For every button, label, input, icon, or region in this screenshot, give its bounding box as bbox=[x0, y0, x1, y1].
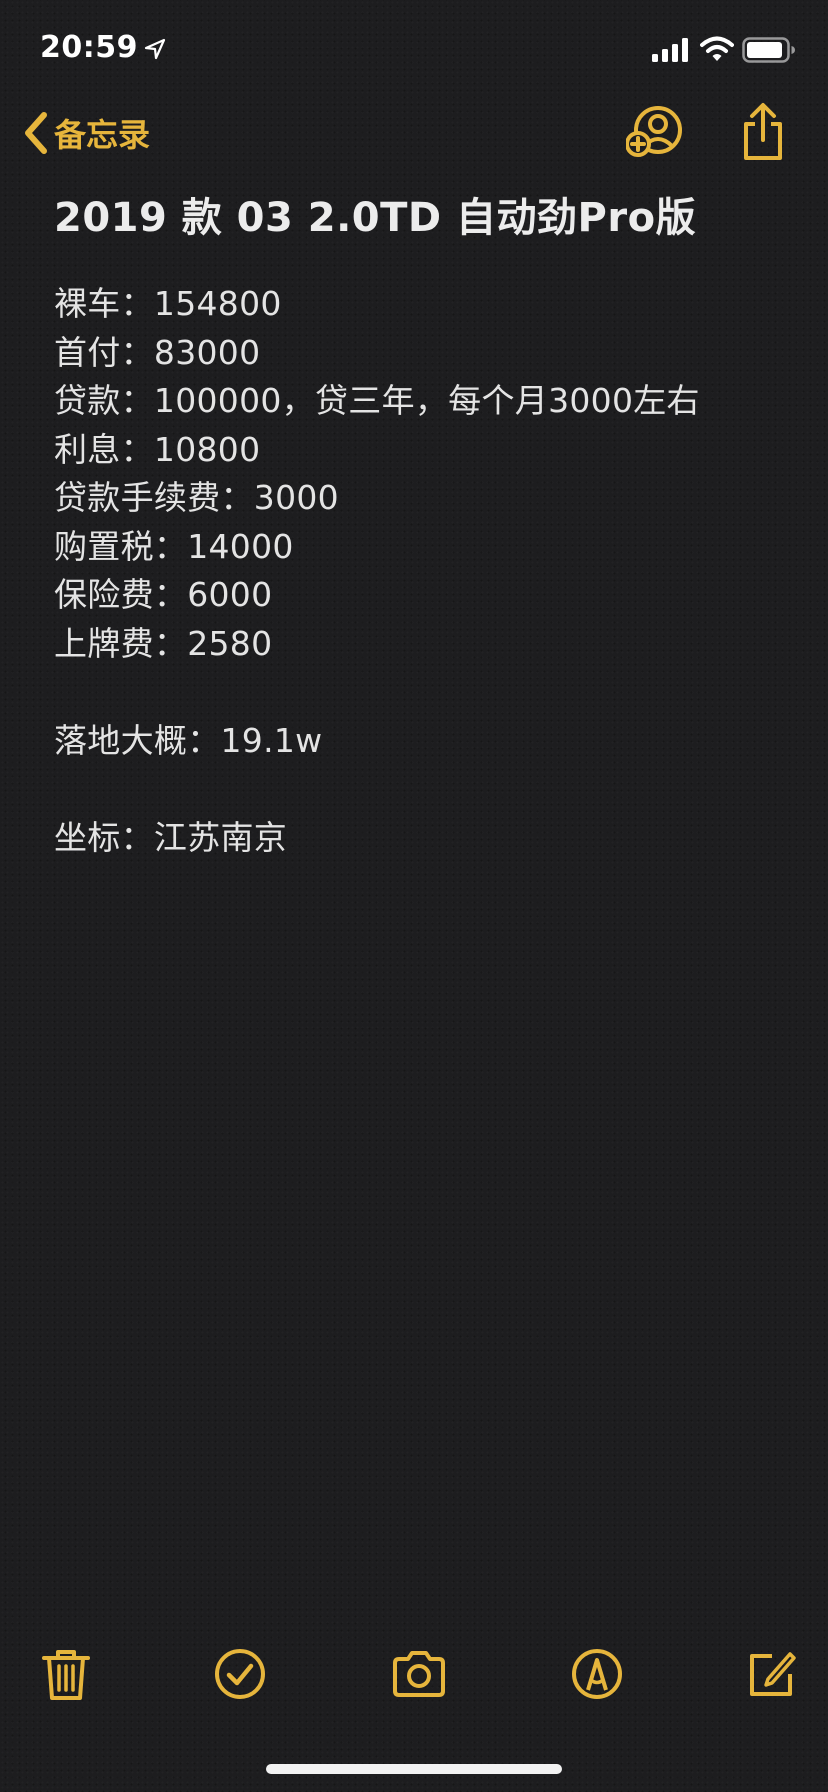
navigation-bar: 备忘录 bbox=[0, 100, 828, 170]
wifi-icon bbox=[700, 36, 734, 61]
bottom-toolbar bbox=[0, 1646, 828, 1716]
camera-button[interactable] bbox=[391, 1646, 447, 1702]
checkmark-circle-icon bbox=[215, 1649, 265, 1699]
note-line-purchase-tax: 购置税：14000 bbox=[54, 526, 294, 566]
status-time: 20:59 bbox=[40, 30, 138, 65]
back-button[interactable]: 备忘录 bbox=[22, 106, 150, 160]
note-line-down-payment: 首付：83000 bbox=[54, 332, 261, 372]
add-person-icon bbox=[625, 106, 682, 157]
chevron-left-icon bbox=[25, 112, 47, 154]
share-button[interactable] bbox=[738, 102, 788, 162]
markup-pen-icon bbox=[572, 1649, 622, 1699]
collaborate-button[interactable] bbox=[625, 104, 686, 160]
note-line-loan-fee: 贷款手续费：3000 bbox=[54, 478, 339, 517]
delete-button[interactable] bbox=[38, 1646, 94, 1702]
note-body[interactable]: 2019 款 03 2.0TD 自动劲Pro版 裸车：154800 首付：830… bbox=[54, 190, 794, 862]
note-lines: 裸车：154800 首付：83000 贷款：100000，贷三年，每个月3000… bbox=[54, 280, 794, 862]
notes-screen: 20:59 备忘录 2019 款 03 2.0TD 自动劲Pro版 裸车：154… bbox=[0, 0, 828, 1792]
status-bar: 20:59 bbox=[0, 0, 828, 100]
home-indicator[interactable] bbox=[266, 1764, 562, 1774]
battery-icon bbox=[742, 37, 795, 63]
note-line-loan: 贷款：100000，贷三年，每个月3000左右 bbox=[54, 381, 700, 420]
compose-button[interactable] bbox=[744, 1646, 800, 1702]
compose-icon bbox=[750, 1652, 796, 1696]
note-title: 2019 款 03 2.0TD 自动劲Pro版 bbox=[54, 195, 697, 241]
note-blank-line bbox=[54, 668, 794, 717]
note-blank-line bbox=[54, 765, 794, 814]
back-label: 备忘录 bbox=[54, 116, 151, 154]
note-line-car-price: 裸车：154800 bbox=[54, 284, 282, 323]
checklist-button[interactable] bbox=[212, 1646, 268, 1702]
cellular-signal-icon bbox=[652, 38, 688, 62]
note-line-insurance: 保险费：6000 bbox=[54, 575, 273, 614]
camera-icon bbox=[393, 1651, 445, 1697]
note-line-interest: 利息：10800 bbox=[54, 429, 261, 469]
markup-button[interactable] bbox=[569, 1646, 625, 1702]
share-icon bbox=[744, 103, 782, 160]
note-line-location: 坐标：江苏南京 bbox=[54, 817, 288, 857]
note-line-total: 落地大概：19.1w bbox=[54, 720, 323, 760]
trash-icon bbox=[42, 1650, 90, 1700]
note-line-plate-fee: 上牌费：2580 bbox=[54, 623, 273, 663]
location-arrow-icon bbox=[144, 38, 166, 60]
